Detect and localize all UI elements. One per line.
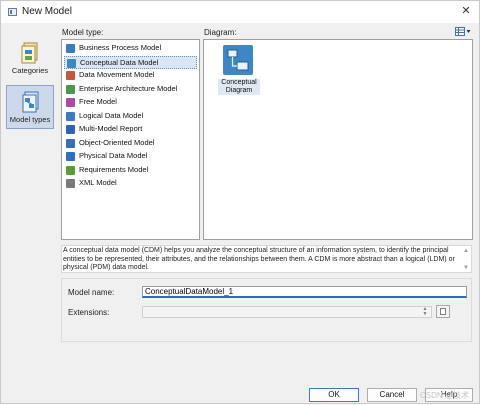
model-type-label: Model type: (62, 28, 104, 37)
extensions-browse-button[interactable] (436, 305, 450, 318)
category-pane: Categories Model types (6, 37, 54, 129)
model-type-item[interactable]: Enterprise Architecture Model (64, 83, 197, 96)
dmm-icon (66, 71, 75, 80)
eam-icon (66, 84, 75, 94)
watermark: CSDN @技术 (420, 391, 470, 400)
model-type-item[interactable]: Logical Data Model (64, 110, 197, 123)
model-type-label: Data Movement Model (79, 70, 155, 79)
cdm-icon (67, 58, 76, 68)
pdm-icon (66, 152, 75, 161)
extensions-spinner[interactable]: ▲ ▼ (420, 307, 430, 317)
model-type-label: Free Model (79, 97, 117, 106)
model-types-icon (22, 91, 39, 113)
extensions-field[interactable] (142, 306, 432, 318)
scroll-down-icon[interactable]: ▼ (463, 265, 469, 271)
model-type-item[interactable]: Conceptual Data Model (64, 55, 197, 69)
free-model-icon (66, 98, 75, 107)
model-type-label: Multi-Model Report (79, 124, 143, 133)
requirements-icon (66, 165, 75, 175)
mmr-icon (66, 125, 75, 134)
model-type-item[interactable]: Multi-Model Report (64, 123, 197, 136)
model-type-label: Conceptual Data Model (80, 57, 159, 67)
category-label: Categories (11, 66, 49, 75)
diagram-label-line-2: Diagram (225, 87, 253, 94)
oom-icon (66, 138, 75, 148)
cancel-button[interactable]: Cancel (367, 388, 417, 402)
category-model-types[interactable]: Model types (6, 85, 54, 129)
extensions-label: Extensions: (68, 308, 110, 317)
diagram-item-conceptual[interactable]: Conceptual Diagram (218, 43, 260, 99)
categories-icon (21, 42, 38, 64)
view-mode-icon[interactable] (455, 27, 471, 36)
ok-button[interactable]: OK (309, 388, 359, 402)
diagram-label-line-1: Conceptual (221, 79, 257, 86)
close-icon[interactable]: ✕ (459, 4, 473, 18)
ldm-icon (66, 111, 75, 121)
window-icon (8, 8, 17, 16)
model-type-item[interactable]: Data Movement Model (64, 69, 197, 82)
scroll-up-icon[interactable]: ▲ (463, 248, 469, 254)
category-categories[interactable]: Categories (6, 37, 54, 81)
bpm-icon (66, 44, 75, 53)
model-type-item[interactable]: Physical Data Model (64, 150, 197, 163)
diagram-list[interactable]: Conceptual Diagram (203, 39, 473, 240)
model-type-list[interactable]: Business Process Model Conceptual Data Mo… (61, 39, 200, 240)
model-type-item[interactable]: Free Model (64, 96, 197, 109)
model-type-label: Enterprise Architecture Model (79, 83, 178, 93)
model-type-label: Object-Oriented Model (79, 137, 155, 147)
model-name-label: Model name: (68, 288, 115, 297)
model-type-item[interactable]: Object-Oriented Model (64, 137, 197, 150)
title-bar: New Model ✕ (1, 1, 479, 23)
model-type-label: Logical Data Model (79, 110, 144, 120)
xml-model-icon (66, 179, 75, 188)
model-type-label: Requirements Model (79, 164, 149, 174)
model-type-item[interactable]: XML Model (64, 177, 197, 190)
model-type-label: Business Process Model (79, 43, 162, 52)
model-description-box: A conceptual data model (CDM) helps you … (61, 245, 472, 273)
conceptual-diagram-icon (223, 45, 253, 75)
model-type-label: XML Model (79, 178, 117, 187)
window-title: New Model (22, 6, 73, 17)
category-label: Model types (9, 115, 51, 124)
diagram-label: Diagram: (204, 28, 237, 37)
model-type-item[interactable]: Business Process Model (64, 42, 197, 55)
diagram-item-label: Conceptual Diagram (218, 79, 260, 95)
model-name-input[interactable]: ConceptualDataModel_1 (142, 286, 467, 298)
model-type-item[interactable]: Requirements Model (64, 164, 197, 177)
model-description: A conceptual data model (CDM) helps you … (63, 247, 455, 271)
model-type-label: Physical Data Model (79, 151, 148, 160)
